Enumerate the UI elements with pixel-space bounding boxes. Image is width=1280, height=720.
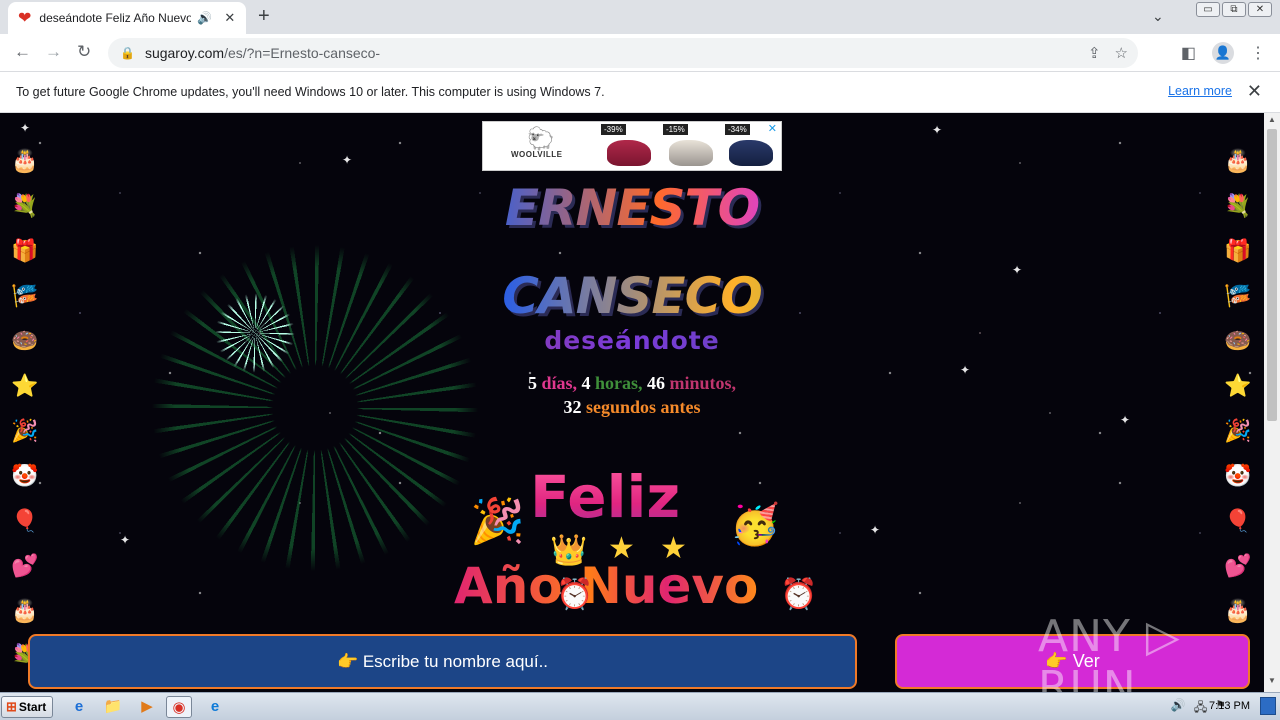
- new-tab-button[interactable]: +: [258, 5, 270, 28]
- days-label: días,: [541, 373, 577, 393]
- back-icon[interactable]: ←: [14, 42, 31, 62]
- volume-icon[interactable]: 🔊: [1171, 698, 1186, 719]
- first-name-title: ERNESTO: [0, 179, 1264, 237]
- profile-avatar-icon[interactable]: 👤: [1212, 42, 1234, 64]
- ie-icon[interactable]: e: [66, 696, 92, 718]
- discount-badge: -39%: [601, 124, 626, 135]
- speaker-icon[interactable]: 🔊: [197, 11, 212, 25]
- hours-label: horas,: [595, 373, 643, 393]
- tab-title: deseándote Feliz Año Nuevo 20: [39, 11, 192, 25]
- scroll-down-icon[interactable]: ▼: [1264, 676, 1280, 690]
- reload-icon[interactable]: ↻: [77, 42, 91, 62]
- last-name-title: CANSECO: [0, 267, 1264, 325]
- countdown: 5 días, 4 horas, 46 minutos, 32 segundos…: [0, 371, 1264, 419]
- menu-kebab-icon[interactable]: ⋮: [1250, 43, 1266, 63]
- cake-icon: 🎂: [11, 148, 39, 173]
- sparkle-icon: ✦: [20, 121, 31, 135]
- learn-more-link[interactable]: Learn more: [1168, 84, 1232, 98]
- hearts-icon: 💕: [1224, 553, 1252, 578]
- minutes-label: minutos,: [669, 373, 737, 393]
- page-scrollbar[interactable]: ▲ ▼: [1264, 113, 1280, 692]
- alarm-clock-icon: ⏰: [556, 578, 594, 611]
- forward-icon[interactable]: →: [45, 42, 62, 62]
- balloons-icon: 🎈: [1224, 508, 1252, 533]
- windows-taskbar: ⊞ Start e 📁 ▶ ◉ e 🔊 🖧 ⚑ 7:13 PM: [0, 692, 1280, 720]
- gift-icon: 🎁: [11, 238, 39, 263]
- chrome-icon[interactable]: ◉: [166, 696, 192, 718]
- window-controls: ▭ ⧉ ✕: [1196, 2, 1272, 17]
- update-infobar: To get future Google Chrome updates, you…: [0, 72, 1280, 113]
- sparkle-icon: ✦: [120, 533, 131, 547]
- greeting-feliz: Feliz: [530, 463, 681, 531]
- start-button[interactable]: ⊞ Start: [1, 696, 53, 718]
- alarm-clock-icon: ⏰: [780, 578, 818, 611]
- scroll-up-icon[interactable]: ▲: [1264, 115, 1280, 129]
- party-horn-icon: 🎉: [470, 497, 525, 546]
- url-host: sugaroy.com: [144, 45, 225, 61]
- slipper-image: [729, 140, 773, 166]
- browser-tab[interactable]: ❤ deseándote Feliz Año Nuevo 20 🔊 ✕: [8, 2, 246, 34]
- sparkle-icon: ✦: [870, 523, 881, 537]
- address-bar[interactable]: 🔒 sugaroy.com /es/?n=Ernesto-canseco- ⇪ …: [108, 38, 1138, 68]
- hearts-icon: 💕: [11, 553, 39, 578]
- page-content: ✦ ✦ ✦ ✦ ✦ ✦ ✦ ✦ 🎂 💐 🎁 🎏 🍩 ⭐ 🎉 🤡 🎈 💕 🎂 💐 …: [0, 113, 1264, 692]
- wishing-text: deseándote: [0, 326, 1264, 355]
- minimize-button[interactable]: ▭: [1196, 2, 1220, 17]
- party-popper-icon: 🎉: [1224, 418, 1252, 443]
- scroll-thumb[interactable]: [1267, 129, 1277, 421]
- network-icon[interactable]: 🖧: [1194, 698, 1207, 719]
- ad-banner[interactable]: 🐑 WOOLVILLE -39% -15% -34% ✕: [482, 121, 782, 171]
- slipper-image: [669, 140, 713, 166]
- gift-icon: 🎁: [1224, 238, 1252, 263]
- party-hat-icon: 🥳: [730, 503, 780, 547]
- clown-icon: 🤡: [11, 463, 39, 488]
- sparkle-icon: ✦: [932, 123, 943, 137]
- discount-badge: -15%: [663, 124, 688, 135]
- close-window-button[interactable]: ✕: [1248, 2, 1272, 17]
- show-desktop-button[interactable]: [1260, 697, 1276, 715]
- toolbar-actions: ◧ 👤 ⋮: [1181, 42, 1266, 64]
- tab-search-icon[interactable]: ⌄: [1152, 8, 1164, 25]
- side-panel-icon[interactable]: ◧: [1181, 43, 1196, 63]
- infobar-close-icon[interactable]: ✕: [1247, 81, 1262, 102]
- ad-close-icon[interactable]: ✕: [768, 122, 777, 135]
- hours-value: 4: [581, 373, 591, 393]
- slipper-image: [607, 140, 651, 166]
- seconds-label: segundos antes: [585, 397, 701, 417]
- share-icon[interactable]: ⇪: [1088, 44, 1101, 62]
- tab-close-icon[interactable]: ✕: [224, 10, 235, 26]
- infobar-message: To get future Google Chrome updates, you…: [16, 85, 605, 99]
- cake-icon: 🎂: [1224, 148, 1252, 173]
- days-value: 5: [527, 373, 537, 393]
- restore-button[interactable]: ⧉: [1222, 2, 1246, 17]
- media-player-icon[interactable]: ▶: [134, 696, 160, 718]
- seconds-value: 32: [563, 397, 582, 417]
- windows-logo-icon: ⊞: [6, 699, 17, 714]
- sheep-logo-icon: 🐑: [527, 126, 555, 151]
- sparkle-icon: ✦: [342, 153, 353, 167]
- greeting-ano-nuevo: Año Nuevo: [454, 557, 759, 615]
- start-label: Start: [18, 700, 47, 714]
- browser-toolbar: ← → ↻ 🔒 sugaroy.com /es/?n=Ernesto-canse…: [0, 34, 1280, 72]
- omnibox-actions: ⇪ ☆: [1088, 44, 1128, 62]
- tab-strip: ❤ deseándote Feliz Año Nuevo 20 🔊 ✕ + ⌄ …: [0, 0, 1280, 34]
- explorer-folder-icon[interactable]: 📁: [100, 696, 126, 718]
- discount-badge: -34%: [725, 124, 750, 135]
- minutes-value: 46: [647, 373, 666, 393]
- ad-brand: WOOLVILLE: [511, 150, 563, 159]
- url-path: /es/?n=Ernesto-canseco-: [224, 45, 381, 61]
- cake-icon: 🎂: [11, 598, 39, 623]
- bookmark-star-icon[interactable]: ☆: [1115, 44, 1128, 62]
- clown-icon: 🤡: [1224, 463, 1252, 488]
- heart-icon: ❤: [18, 10, 32, 27]
- balloons-icon: 🎈: [11, 508, 39, 533]
- anyrun-watermark: ANY ▷ RUN: [1038, 611, 1181, 692]
- taskbar-clock[interactable]: 7:13 PM: [1209, 700, 1250, 712]
- lock-icon[interactable]: 🔒: [120, 46, 135, 60]
- happy-new-year-graphic: 🎉 🥳 👑 ★ ★ Feliz Año Nuevo ⏰ ⏰: [430, 461, 830, 631]
- enter-name-button[interactable]: 👉 Escribe tu nombre aquí..: [28, 634, 857, 689]
- edge-icon[interactable]: e: [202, 696, 228, 718]
- party-popper-icon: 🎉: [11, 418, 39, 443]
